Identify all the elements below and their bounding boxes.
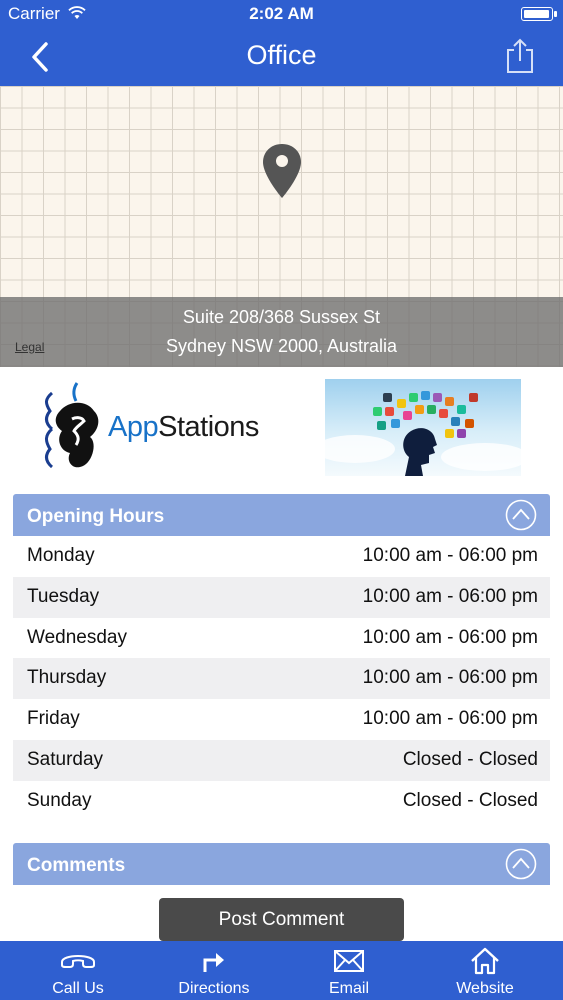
post-comment-button[interactable]: Post Comment bbox=[159, 898, 404, 941]
hours-value: 10:00 am - 06:00 pm bbox=[362, 708, 538, 730]
tab-directions[interactable]: Directions bbox=[144, 941, 284, 1000]
hours-value: Closed - Closed bbox=[402, 789, 538, 811]
page-title: Office bbox=[246, 40, 317, 70]
day-label: Thursday bbox=[27, 667, 107, 689]
hours-row-friday: Friday 10:00 am - 06:00 pm bbox=[13, 699, 550, 740]
day-label: Wednesday bbox=[27, 626, 127, 648]
share-icon[interactable] bbox=[505, 38, 535, 74]
hours-value: 10:00 am - 06:00 pm bbox=[362, 667, 538, 689]
day-label: Monday bbox=[27, 545, 95, 566]
hours-row-wednesday: Wednesday 10:00 am - 06:00 pm bbox=[13, 618, 550, 659]
legal-link[interactable]: Legal bbox=[15, 340, 44, 354]
home-icon bbox=[471, 947, 499, 975]
tab-bar: Call Us Directions Email Website bbox=[0, 941, 563, 1000]
clock: 2:02 AM bbox=[249, 4, 314, 23]
brand-app-text: App bbox=[108, 411, 159, 443]
hours-row-tuesday: Tuesday 10:00 am - 06:00 pm bbox=[13, 576, 550, 618]
comments-title: Comments bbox=[27, 855, 126, 876]
hours-value: 10:00 am - 06:00 pm bbox=[362, 626, 538, 648]
opening-hours-header[interactable]: Opening Hours bbox=[13, 494, 550, 536]
hours-value: 10:00 am - 06:00 pm bbox=[362, 545, 538, 566]
day-label: Friday bbox=[27, 708, 80, 730]
tab-call-us[interactable]: Call Us bbox=[8, 941, 148, 1000]
opening-hours-list: Monday 10:00 am - 06:00 pm Tuesday 10:00… bbox=[13, 536, 550, 822]
hours-row-sunday: Sunday Closed - Closed bbox=[13, 781, 550, 822]
phone-icon bbox=[61, 955, 95, 968]
day-label: Saturday bbox=[27, 748, 104, 770]
battery-icon bbox=[521, 7, 557, 21]
tab-label: Website bbox=[456, 980, 514, 997]
hours-value: 10:00 am - 06:00 pm bbox=[362, 585, 538, 607]
hours-value: Closed - Closed bbox=[402, 748, 538, 770]
nav-bar: Office bbox=[0, 28, 563, 86]
brain-apps-image bbox=[325, 379, 521, 476]
address-overlay: Suite 208/368 Sussex St Sydney NSW 2000,… bbox=[0, 297, 563, 367]
status-bar: Carrier 2:02 AM bbox=[0, 0, 563, 28]
opening-hours-title: Opening Hours bbox=[27, 506, 165, 527]
appstations-logo: AppStations bbox=[42, 381, 259, 473]
mail-icon bbox=[334, 950, 364, 972]
chevron-up-icon[interactable] bbox=[505, 499, 537, 531]
day-label: Sunday bbox=[27, 789, 92, 811]
hours-row-monday: Monday 10:00 am - 06:00 pm bbox=[13, 536, 550, 577]
address-line-2: Sydney NSW 2000, Australia bbox=[165, 336, 398, 356]
tab-email[interactable]: Email bbox=[279, 941, 419, 1000]
tab-label: Directions bbox=[178, 980, 250, 997]
hours-row-saturday: Saturday Closed - Closed bbox=[13, 739, 550, 781]
directions-icon bbox=[203, 953, 224, 972]
tab-label: Email bbox=[328, 980, 369, 997]
map-pin-icon[interactable] bbox=[261, 142, 303, 202]
day-label: Tuesday bbox=[27, 585, 100, 607]
brand-stations-text: Stations bbox=[158, 411, 259, 443]
map-view[interactable]: Suite 208/368 Sussex St Sydney NSW 2000,… bbox=[0, 86, 563, 367]
tab-website[interactable]: Website bbox=[415, 941, 555, 1000]
tab-label: Call Us bbox=[52, 980, 104, 997]
chevron-up-icon[interactable] bbox=[505, 848, 537, 880]
address-line-1: Suite 208/368 Sussex St bbox=[182, 307, 381, 327]
logo-strip: AppStations bbox=[0, 367, 563, 492]
comments-header[interactable]: Comments bbox=[13, 843, 550, 885]
hours-row-thursday: Thursday 10:00 am - 06:00 pm bbox=[13, 658, 550, 700]
